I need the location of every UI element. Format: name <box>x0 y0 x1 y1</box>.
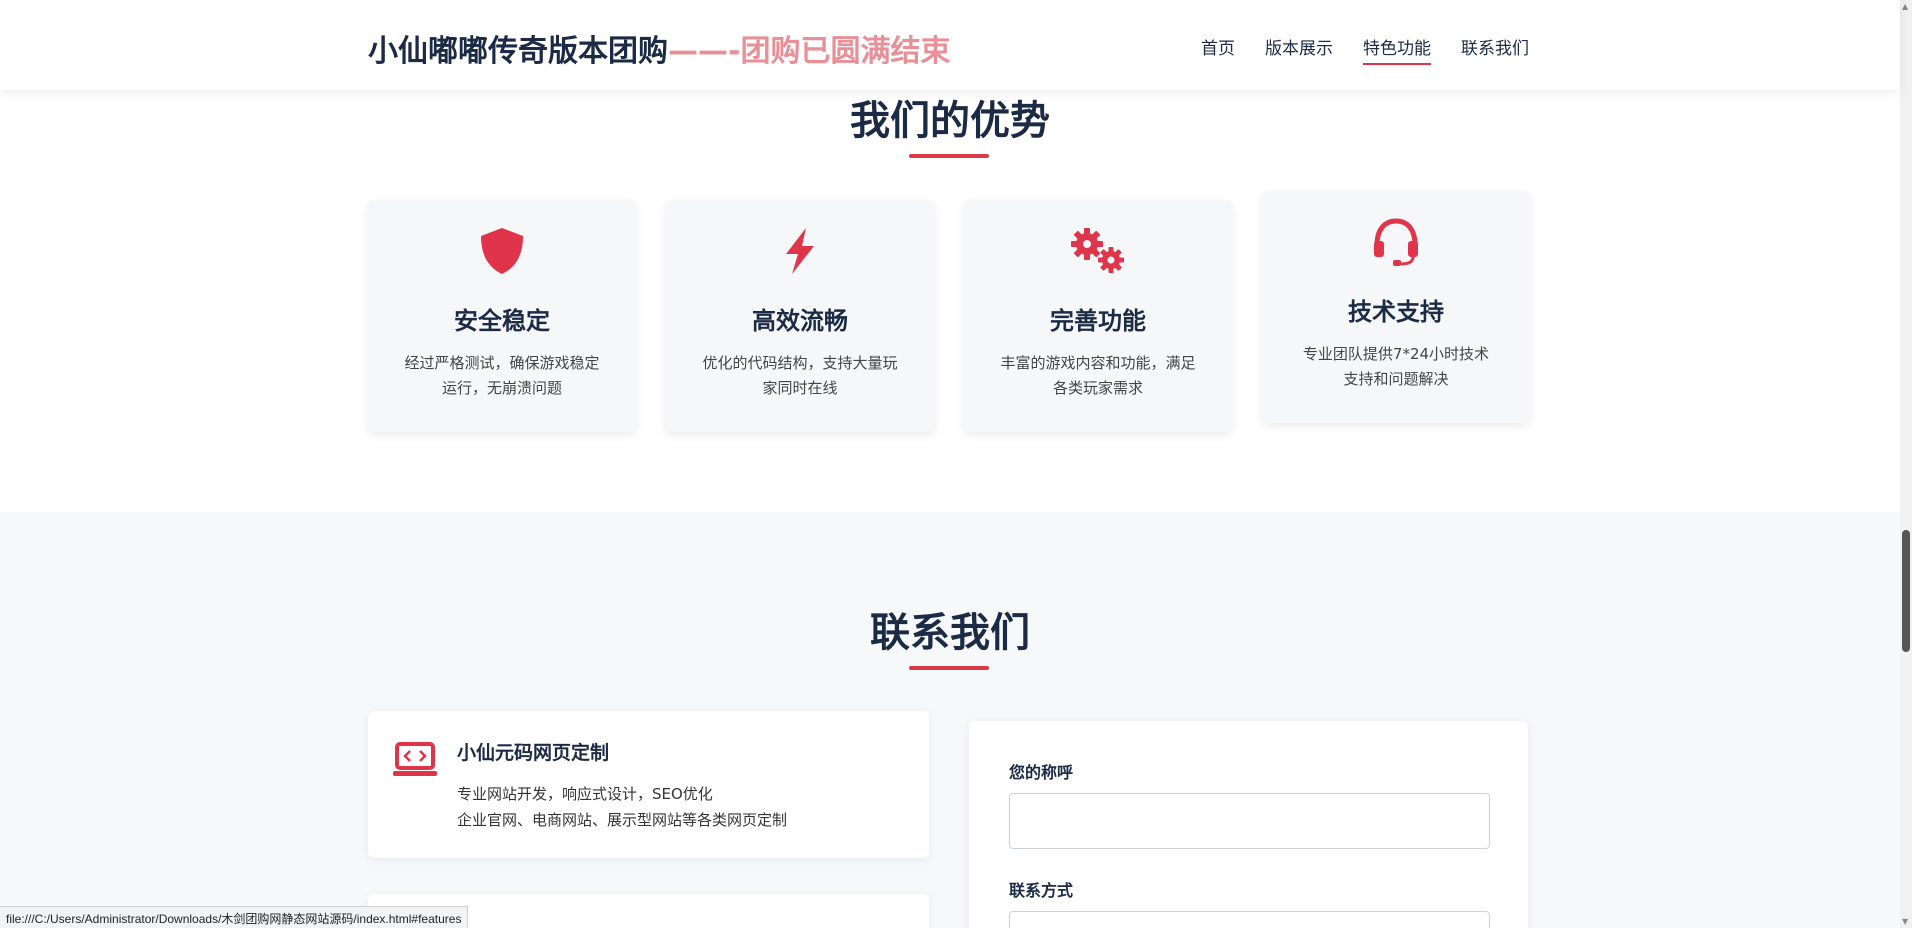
headset-icon <box>1262 217 1530 267</box>
advantage-card-security: 安全稳定 经过严格测试，确保游戏稳定运行，无崩溃问题 <box>368 200 636 432</box>
site-header: 小仙嘟嘟传奇版本团购——-团购已圆满结束 首页 版本展示 特色功能 联系我们 <box>0 0 1900 90</box>
nav-features[interactable]: 特色功能 <box>1363 34 1431 65</box>
scroll-thumb[interactable] <box>1902 530 1910 652</box>
advantage-desc: 专业团队提供7*24小时技术支持和问题解决 <box>1302 345 1490 388</box>
nav-home[interactable]: 首页 <box>1201 34 1235 65</box>
scroll-down-icon[interactable]: ▼ <box>1902 917 1908 926</box>
name-input[interactable] <box>1009 793 1490 849</box>
name-label: 您的称呼 <box>1009 763 1074 782</box>
advantage-title: 高效流畅 <box>752 307 848 335</box>
advantages-title: 我们的优势 <box>850 98 1050 144</box>
contact-info-line: 企业官网、电商网站、展示型网站等各类网页定制 <box>457 811 788 829</box>
laptop-code-icon <box>393 742 437 782</box>
contact-info-card: 小仙元码网页定制 专业网站开发，响应式设计，SEO优化 企业官网、电商网站、展示… <box>368 711 929 858</box>
nav-contact[interactable]: 联系我们 <box>1461 34 1529 65</box>
contact-method-input[interactable] <box>1009 911 1490 928</box>
advantage-title: 安全稳定 <box>454 307 550 335</box>
contact-form: 您的称呼 联系方式 <box>969 721 1528 928</box>
scroll-up-icon[interactable]: ▲ <box>1902 2 1908 11</box>
contact-info-title: 小仙元码网页定制 <box>457 742 610 764</box>
advantage-title: 完善功能 <box>1050 307 1146 335</box>
advantage-card-performance: 高效流畅 优化的代码结构，支持大量玩家同时在线 <box>666 200 934 432</box>
advantage-title: 技术支持 <box>1348 298 1444 326</box>
advantage-desc: 经过严格测试，确保游戏稳定运行，无崩溃问题 <box>404 354 600 397</box>
brand-main: 小仙嘟嘟传奇版本团购 <box>368 34 668 69</box>
brand-accent: ——-团购已圆满结束 <box>668 34 951 69</box>
advantages-title-underline <box>909 154 989 158</box>
advantage-card-features: 完善功能 丰富的游戏内容和功能，满足各类玩家需求 <box>964 200 1232 432</box>
lightning-icon <box>666 226 934 276</box>
advantage-card-support: 技术支持 专业团队提供7*24小时技术支持和问题解决 <box>1262 191 1530 423</box>
main-nav: 首页 版本展示 特色功能 联系我们 <box>1201 34 1529 65</box>
gears-icon <box>964 224 1232 278</box>
contact-section <box>0 512 1900 928</box>
link-status-bar: file:///C:/Users/Administrator/Downloads… <box>0 906 469 928</box>
advantage-desc: 优化的代码结构，支持大量玩家同时在线 <box>702 354 898 397</box>
advantage-desc: 丰富的游戏内容和功能，满足各类玩家需求 <box>1000 354 1196 397</box>
nav-versions[interactable]: 版本展示 <box>1265 34 1333 65</box>
contact-method-label: 联系方式 <box>1009 881 1074 900</box>
contact-title-underline <box>909 666 989 670</box>
contact-info-line: 专业网站开发，响应式设计，SEO优化 <box>457 785 713 803</box>
shield-icon <box>368 226 636 276</box>
contact-title: 联系我们 <box>870 610 1030 656</box>
site-brand[interactable]: 小仙嘟嘟传奇版本团购——-团购已圆满结束 <box>368 26 950 70</box>
page-scrollbar[interactable]: ▲ ▼ <box>1900 0 1912 928</box>
